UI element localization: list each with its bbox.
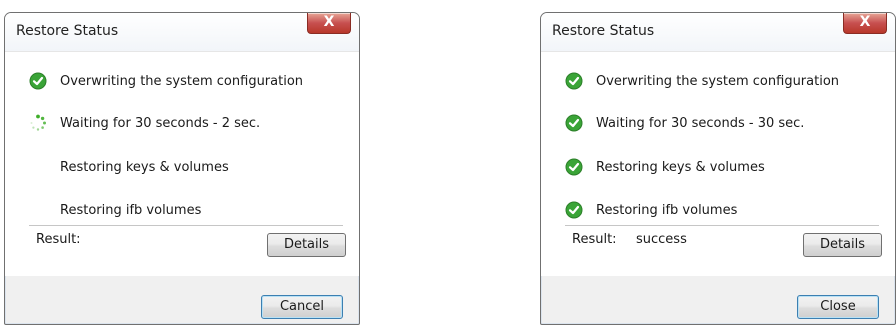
step-label: Overwriting the system configuration: [60, 73, 304, 89]
dialog-title: Restore Status: [552, 23, 655, 39]
restore-status-dialog-complete: Restore Status X Overwriting the system …: [540, 12, 896, 325]
check-circle-icon: [29, 72, 47, 90]
step-label: Restoring ifb volumes: [60, 202, 202, 218]
check-circle-icon: [565, 158, 583, 176]
close-window-button[interactable]: X: [843, 13, 887, 34]
step-label: Overwriting the system configuration: [596, 73, 840, 89]
step-item: Overwriting the system configuration: [565, 70, 839, 92]
check-circle-icon: [565, 72, 583, 90]
details-button[interactable]: Details: [803, 233, 882, 257]
dialog-content: Overwriting the system configuration Wai…: [541, 52, 895, 276]
result-value: success: [636, 232, 687, 247]
result-label: Result:: [572, 232, 617, 247]
details-button[interactable]: Details: [267, 233, 346, 257]
check-circle-icon: [565, 201, 583, 219]
close-icon: X: [859, 14, 871, 30]
title-bar: Restore Status X: [5, 13, 359, 52]
divider: [29, 225, 343, 226]
dialog-content: Overwriting the system configuration Wai…: [5, 52, 359, 276]
step-label: Waiting for 30 seconds - 2 sec.: [60, 115, 261, 131]
check-circle-icon: [565, 114, 583, 132]
close-window-button[interactable]: X: [307, 13, 351, 34]
step-item: Overwriting the system configuration: [29, 70, 303, 92]
step-item: Restoring keys & volumes: [565, 156, 765, 178]
step-label: Waiting for 30 seconds - 30 sec.: [596, 115, 805, 131]
cancel-button[interactable]: Cancel: [261, 295, 343, 319]
step-label: Restoring keys & volumes: [60, 159, 229, 175]
restore-status-dialog-in-progress: Restore Status X Overwriting the system …: [4, 12, 360, 325]
spinner-icon: [30, 114, 46, 131]
step-label: Restoring ifb volumes: [596, 202, 738, 218]
step-item: Waiting for 30 seconds - 30 sec.: [565, 112, 804, 134]
close-button[interactable]: Close: [797, 295, 879, 319]
step-item: Restoring keys & volumes: [60, 156, 229, 178]
close-icon: X: [323, 14, 335, 30]
step-item: Waiting for 30 seconds - 2 sec.: [29, 112, 260, 134]
step-item: Restoring ifb volumes: [60, 199, 201, 221]
dialog-title: Restore Status: [16, 23, 119, 39]
result-label: Result:: [36, 232, 81, 247]
title-bar: Restore Status X: [541, 13, 895, 52]
step-item: Restoring ifb volumes: [565, 199, 737, 221]
step-label: Restoring keys & volumes: [596, 159, 765, 175]
divider: [565, 225, 879, 226]
